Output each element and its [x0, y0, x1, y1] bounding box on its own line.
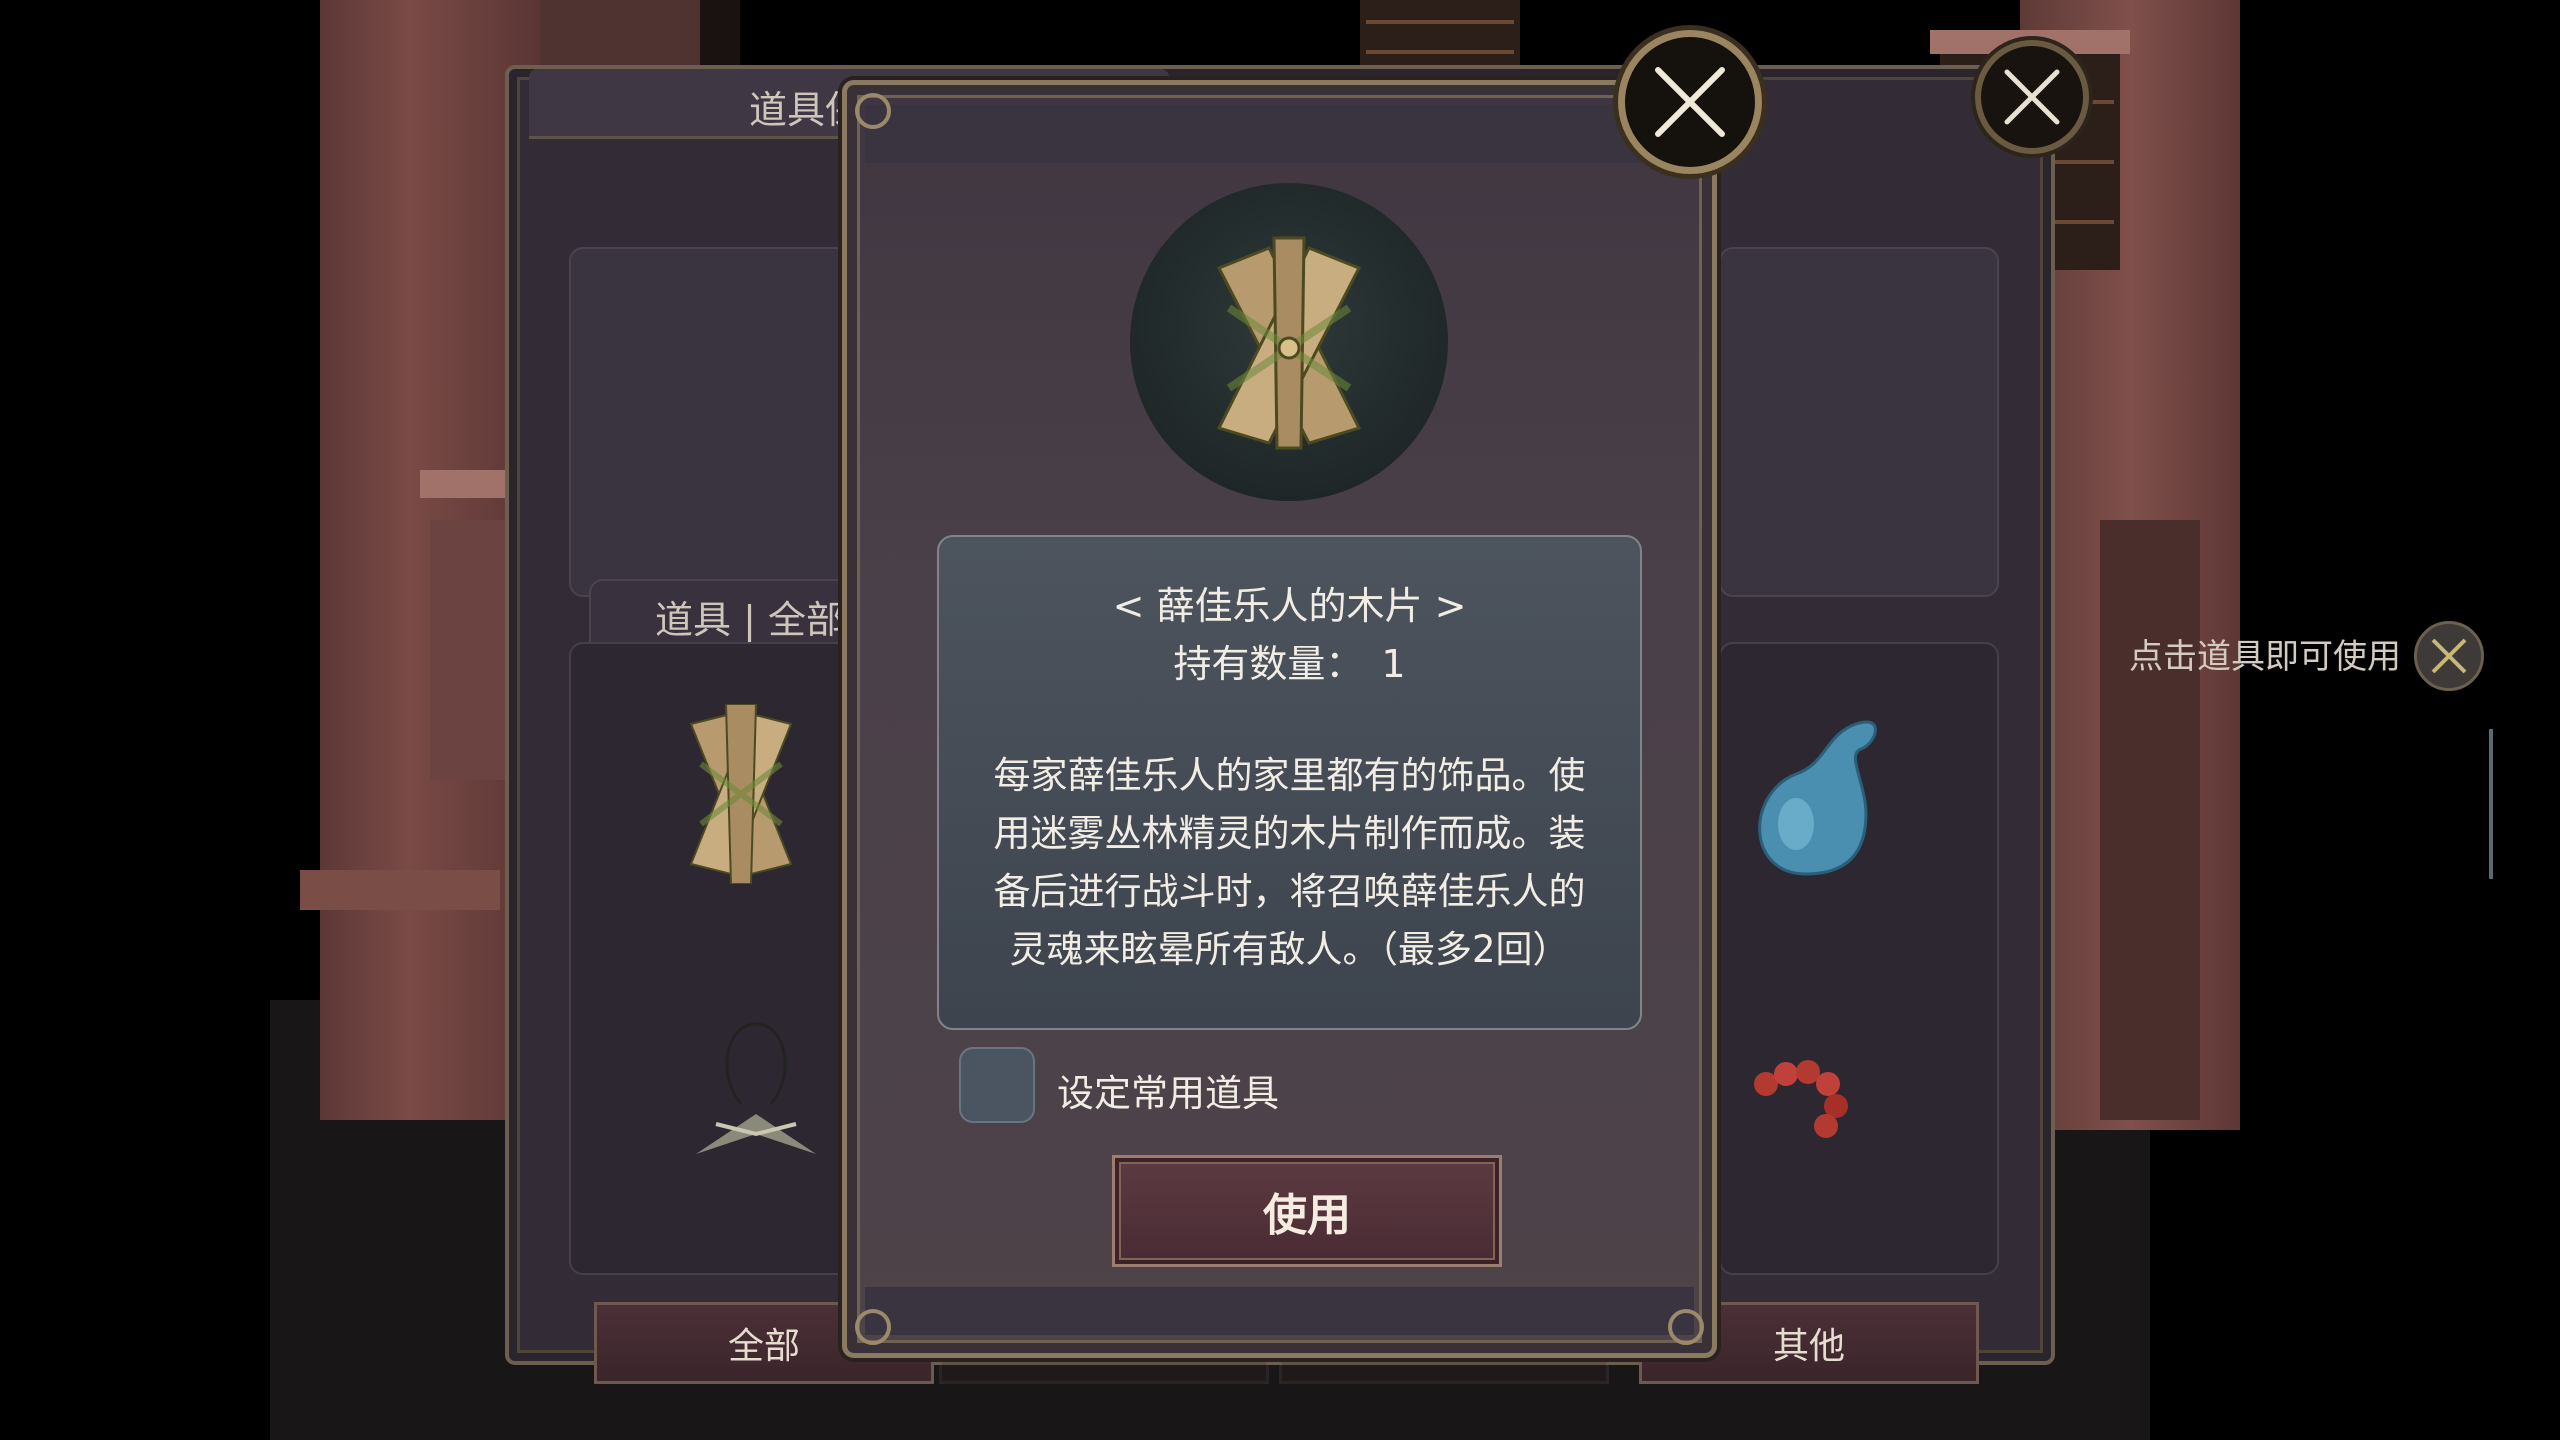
list-item[interactable]: [671, 703, 811, 885]
use-button-label: 使用: [1263, 1190, 1351, 1241]
item-name: < 薛佳乐人的木片 >: [1112, 584, 1467, 628]
list-scrollbar[interactable]: [2489, 729, 2493, 879]
item-count: 持有数量： 1: [939, 633, 1640, 688]
favorite-checkbox[interactable]: [959, 1047, 1035, 1123]
tab-items-all[interactable]: 道具 | 全部: [589, 579, 849, 649]
use-button[interactable]: 使用: [1112, 1155, 1502, 1267]
item-description: 每家薛佳乐人的家里都有的饰品。使用迷雾丛林精灵的木片制作而成。装备后进行战斗时，…: [993, 754, 1586, 971]
wood-chip-icon: [689, 703, 793, 885]
dialog-header: [865, 105, 1694, 163]
list-item[interactable]: [686, 1014, 826, 1164]
vault-close-button[interactable]: [1975, 40, 2089, 154]
wood-chip-icon: [1216, 236, 1362, 450]
preview-box-right: [1719, 247, 1999, 597]
blue-slime-icon: [1758, 720, 1877, 876]
category-other-label: 其他: [1772, 1326, 1845, 1367]
dialog-close-button[interactable]: [1618, 30, 1762, 174]
item-detail-dialog: < 薛佳乐人的木片 > 持有数量： 1 每家薛佳乐人的家里都有的饰品。使用迷雾丛林…: [842, 80, 1717, 1358]
category-all-label: 全部: [727, 1326, 800, 1367]
list-item[interactable]: [1746, 1044, 1866, 1144]
usage-hint: 点击道具即可使用: [2129, 637, 2401, 677]
corner-ornament: [855, 93, 891, 129]
item-image: [1130, 183, 1448, 501]
shelf-plank: [300, 870, 500, 910]
right-lower-wall: [2100, 520, 2200, 1120]
favorite-checkbox-label: 设定常用道具: [1057, 1072, 1279, 1115]
hint-x-icon: [2414, 621, 2484, 691]
item-count-value: 1: [1381, 642, 1406, 686]
item-list-right: [1719, 642, 1999, 1275]
item-info-box: < 薛佳乐人的木片 > 持有数量： 1 每家薛佳乐人的家里都有的饰品。使用迷雾丛林…: [937, 535, 1642, 1030]
winged-pendant-icon: [696, 1022, 816, 1154]
close-x-icon: [1655, 67, 1725, 137]
corner-ornament: [855, 1309, 891, 1345]
corner-ornament: [1668, 1309, 1704, 1345]
item-count-label: 持有数量：: [1173, 642, 1364, 686]
close-x-icon: [2004, 69, 2060, 125]
list-item[interactable]: [1736, 714, 1886, 884]
red-berries-icon: [1754, 1060, 1848, 1138]
tab-items-all-label: 道具 | 全部: [655, 598, 844, 642]
dialog-footer: [865, 1287, 1694, 1335]
